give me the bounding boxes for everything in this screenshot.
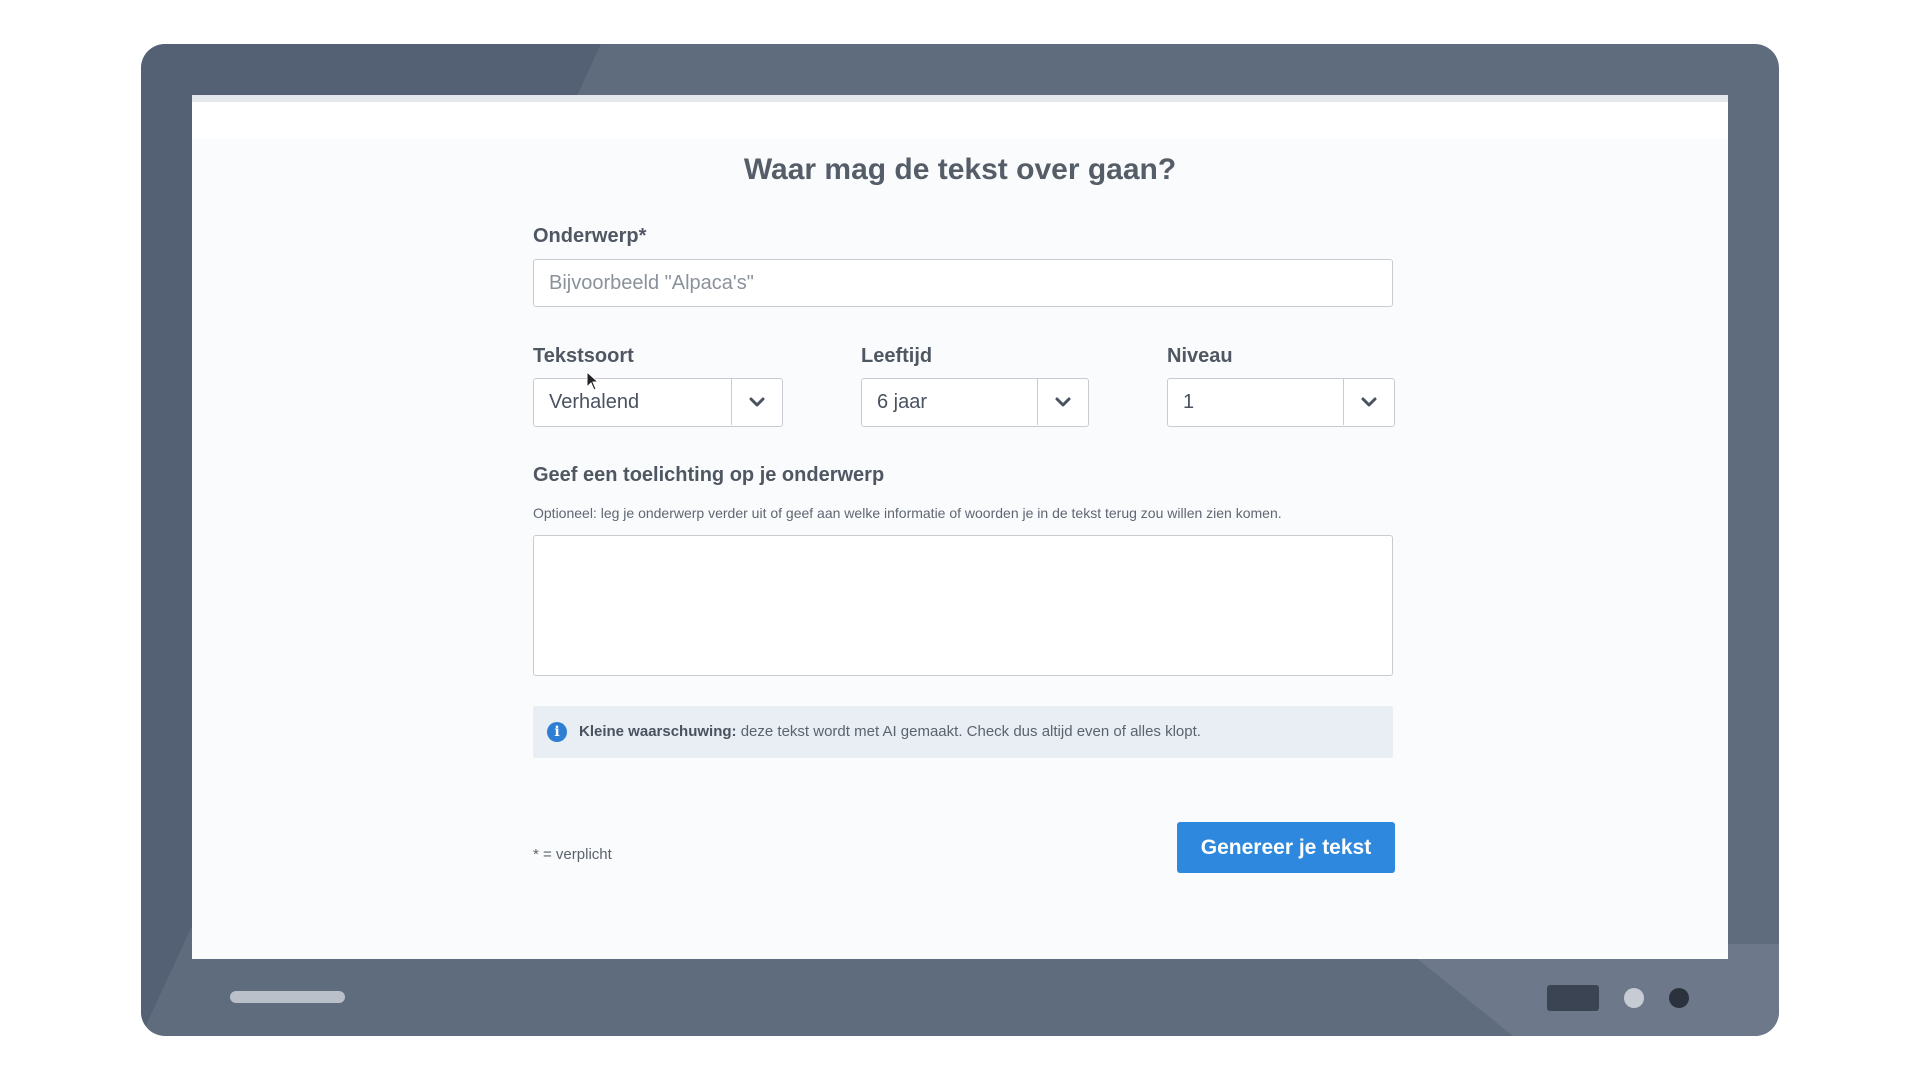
page-title: Waar mag de tekst over gaan? [743, 153, 1177, 186]
device-dot-icon [1624, 988, 1644, 1008]
text-type-select[interactable]: Verhalend [533, 378, 783, 427]
explanation-textarea[interactable] [533, 535, 1393, 676]
notice-bold-text: Kleine waarschuwing: [579, 723, 737, 740]
explanation-label: Geef een toelichting op je onderwerp [533, 464, 885, 486]
device-dot-icon [1669, 988, 1689, 1008]
level-select[interactable]: 1 [1167, 378, 1395, 427]
age-label: Leeftijd [861, 345, 933, 367]
screen: Waar mag de tekst over gaan? Onderwerp* … [192, 95, 1728, 959]
device-square-icon [1547, 985, 1599, 1011]
subject-label: Onderwerp* [533, 225, 647, 247]
chevron-down-icon[interactable] [1343, 379, 1394, 425]
explanation-hint: Optioneel: leg je onderwerp verder uit o… [533, 505, 1282, 521]
home-indicator [230, 991, 345, 1003]
level-label: Niveau [1167, 345, 1233, 367]
text-generator-form: Waar mag de tekst over gaan? Onderwerp* … [192, 95, 1728, 959]
age-value: 6 jaar [877, 391, 928, 413]
mouse-cursor-icon [586, 371, 600, 391]
chevron-down-icon[interactable] [731, 379, 782, 425]
info-icon: i [547, 722, 567, 742]
level-value: 1 [1183, 391, 1195, 413]
subject-input[interactable] [533, 259, 1393, 307]
ai-warning-notice: i Kleine waarschuwing: deze tekst wordt … [533, 706, 1393, 758]
tablet-frame: Waar mag de tekst over gaan? Onderwerp* … [141, 44, 1779, 1036]
notice-text: Kleine waarschuwing: deze tekst wordt me… [579, 706, 1201, 758]
age-select[interactable]: 6 jaar [861, 378, 1089, 427]
chevron-down-icon[interactable] [1037, 379, 1088, 425]
required-note: * = verplicht [533, 846, 612, 863]
generate-text-button[interactable]: Genereer je tekst [1177, 822, 1395, 873]
notice-body-text: deze tekst wordt met AI gemaakt. Check d… [736, 723, 1201, 740]
text-type-label: Tekstsoort [533, 345, 634, 367]
